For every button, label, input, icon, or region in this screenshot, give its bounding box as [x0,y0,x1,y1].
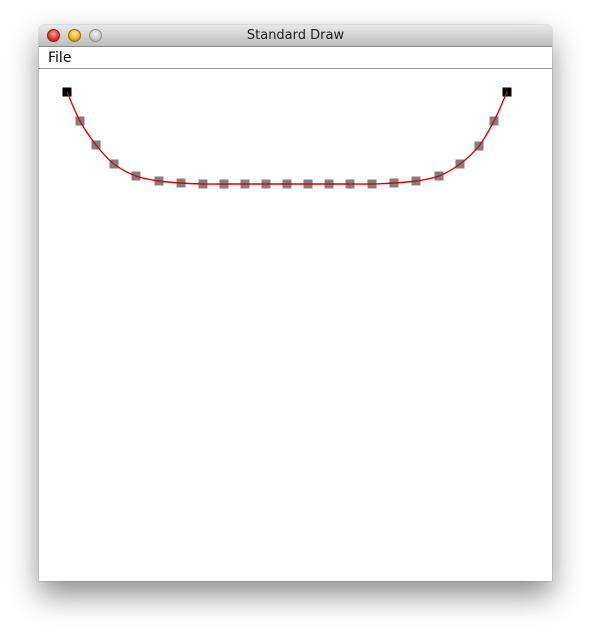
curve-endpoint [502,87,512,97]
file-menu[interactable]: File [48,50,71,66]
desktop: Standard Draw File [0,0,592,636]
menu-bar: File [39,47,552,69]
bezier-curve [66,91,508,185]
drawing-canvas[interactable] [39,69,552,581]
drawing-svg [62,87,512,189]
standard-draw-window: Standard Draw File [39,25,552,581]
window-title: Standard Draw [246,28,345,43]
title-bar[interactable]: Standard Draw [39,25,552,47]
